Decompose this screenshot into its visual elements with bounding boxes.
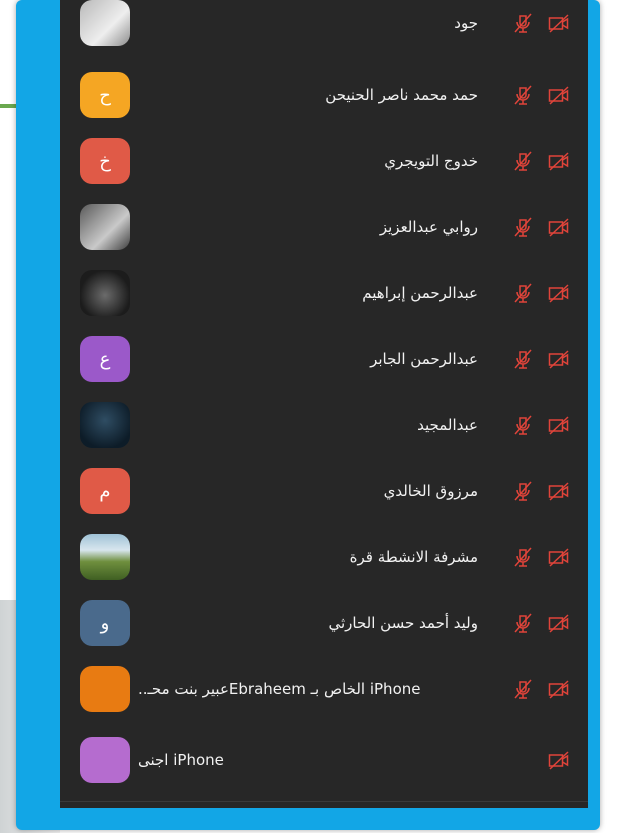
participant-name: جود	[454, 14, 478, 32]
mic-muted-icon[interactable]	[512, 283, 534, 303]
mic-muted-icon[interactable]	[512, 679, 534, 699]
participant-name: عبدالرحمن الجابر	[370, 350, 478, 368]
mic-muted-icon[interactable]	[512, 613, 534, 633]
avatar	[80, 666, 130, 712]
mic-muted-icon[interactable]	[512, 85, 534, 105]
video-off-icon[interactable]	[548, 415, 570, 435]
video-off-icon[interactable]	[548, 613, 570, 633]
participant-name: حمد محمد ناصر الحنيحن	[325, 86, 478, 104]
mic-muted-icon[interactable]	[512, 547, 534, 567]
participant-row[interactable]: خ خدوج التويجري	[60, 128, 588, 194]
avatar	[80, 0, 130, 46]
video-off-icon[interactable]	[548, 85, 570, 105]
video-off-icon[interactable]	[548, 283, 570, 303]
participant-name: iPhone اجنى	[138, 751, 224, 769]
participant-row[interactable]: عبدالرحمن إبراهيم	[60, 260, 588, 326]
avatar: ح	[80, 72, 130, 118]
participant-row[interactable]: iPhone اجنى	[60, 727, 588, 793]
participant-row[interactable]: عبدالمجيد	[60, 392, 588, 458]
participants-panel[interactable]: جود ح حمد محمد ناصر الحنيحن خ خدوج التوي…	[60, 0, 588, 808]
participant-row[interactable]: م مرزوق الخالدي	[60, 458, 588, 524]
participant-name: iPhone الخاص بـ Ebraheemعبير بنت محـ..	[138, 680, 421, 698]
video-off-icon[interactable]	[548, 349, 570, 369]
mic-muted-icon[interactable]	[512, 151, 534, 171]
video-off-icon[interactable]	[548, 217, 570, 237]
avatar: خ	[80, 138, 130, 184]
participant-row[interactable]: جود	[60, 0, 588, 56]
mic-muted-icon[interactable]	[512, 481, 534, 501]
divider	[60, 801, 588, 802]
video-off-icon[interactable]	[548, 481, 570, 501]
participant-row[interactable]: و وليد أحمد حسن الحارثي	[60, 590, 588, 656]
participant-name: عبدالرحمن إبراهيم	[362, 284, 478, 302]
participant-name: وليد أحمد حسن الحارثي	[328, 614, 479, 632]
mic-muted-icon[interactable]	[512, 217, 534, 237]
avatar: م	[80, 468, 130, 514]
avatar	[80, 402, 130, 448]
participant-name: عبدالمجيد	[417, 416, 478, 434]
participant-name: مشرفة الانشطة قرة	[349, 548, 478, 566]
participant-name: مرزوق الخالدي	[383, 482, 478, 500]
avatar: ع	[80, 336, 130, 382]
participant-row[interactable]: ح حمد محمد ناصر الحنيحن	[60, 62, 588, 128]
video-off-icon[interactable]	[548, 151, 570, 171]
participant-row[interactable]: روابي عبدالعزيز	[60, 194, 588, 260]
avatar	[80, 270, 130, 316]
participant-row[interactable]: ع عبدالرحمن الجابر	[60, 326, 588, 392]
video-off-icon[interactable]	[548, 547, 570, 567]
avatar: و	[80, 600, 130, 646]
participant-name: روابي عبدالعزيز	[379, 218, 478, 236]
participant-name: خدوج التويجري	[384, 152, 478, 170]
participant-row[interactable]: iPhone الخاص بـ Ebraheemعبير بنت محـ..	[60, 656, 588, 722]
avatar	[80, 204, 130, 250]
video-off-icon[interactable]	[548, 679, 570, 699]
avatar	[80, 737, 130, 783]
participant-row[interactable]: مشرفة الانشطة قرة	[60, 524, 588, 590]
mic-muted-icon[interactable]	[512, 349, 534, 369]
window-frame: جود ح حمد محمد ناصر الحنيحن خ خدوج التوي…	[16, 0, 600, 830]
video-off-icon[interactable]	[548, 750, 570, 770]
avatar	[80, 534, 130, 580]
mic-muted-icon[interactable]	[512, 13, 534, 33]
video-off-icon[interactable]	[548, 13, 570, 33]
mic-muted-icon[interactable]	[512, 415, 534, 435]
